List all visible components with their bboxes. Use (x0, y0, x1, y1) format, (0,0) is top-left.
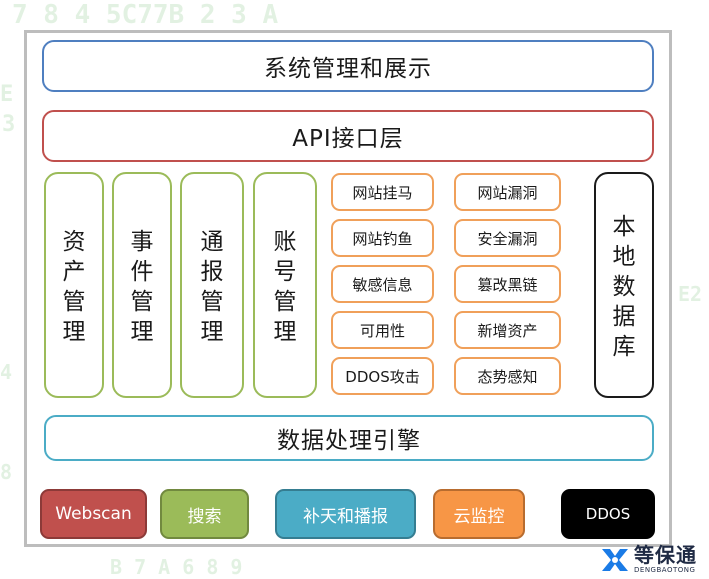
grid-cell-label: 网站钓鱼 (352, 229, 413, 248)
module-asset-label: 资产管理 (62, 229, 86, 345)
grid-cell-label: 网站挂马 (352, 183, 413, 202)
cloud-monitor-button[interactable]: 云监控 (433, 489, 525, 539)
grid-cell-ddos-attack: DDOS攻击 (331, 357, 434, 395)
module-asset-management: 资产管理 (44, 172, 104, 398)
module-notice-management: 通报管理 (180, 172, 244, 398)
dengbaotong-logo-icon (602, 549, 628, 571)
grid-cell-website-vulnerability: 网站漏洞 (454, 173, 561, 211)
module-notice-label: 通报管理 (200, 229, 224, 345)
module-event-management: 事件管理 (112, 172, 172, 398)
grid-cell-website-phishing: 网站钓鱼 (331, 219, 434, 257)
dengbaotong-logo: 等保通 DENGBAOTONG (600, 542, 706, 576)
grid-cell-tamper-darklink: 篡改黑链 (454, 265, 561, 303)
grid-cell-label: 新增资产 (477, 321, 538, 340)
webscan-label: Webscan (55, 504, 132, 524)
grid-cell-label: 篡改黑链 (477, 275, 538, 294)
ddos-button[interactable]: DDOS (561, 489, 655, 539)
local-database-label: 本地数据库 (612, 214, 636, 360)
grid-cell-availability: 可用性 (331, 311, 434, 349)
grid-cell-label: 可用性 (359, 321, 405, 340)
grid-cell-label: DDOS攻击 (345, 367, 420, 386)
butian-report-button[interactable]: 补天和播报 (275, 489, 416, 539)
data-processing-engine-label: 数据处理引擎 (277, 428, 421, 454)
ddos-label: DDOS (585, 505, 631, 523)
grid-cell-sensitive-info: 敏感信息 (331, 265, 434, 303)
api-layer: API接口层 (42, 110, 654, 162)
cloud-monitor-label: 云监控 (453, 506, 505, 527)
search-label: 搜索 (187, 506, 222, 527)
grid-cell-new-assets: 新增资产 (454, 311, 561, 349)
system-management-layer: 系统管理和展示 (42, 40, 654, 92)
grid-cell-label: 态势感知 (477, 367, 538, 386)
webscan-button[interactable]: Webscan (40, 489, 147, 539)
butian-report-label: 补天和播报 (303, 506, 388, 527)
module-account-management: 账号管理 (253, 172, 317, 398)
search-button[interactable]: 搜索 (160, 489, 249, 539)
data-processing-engine-layer: 数据处理引擎 (44, 415, 654, 461)
local-database: 本地数据库 (594, 172, 654, 398)
logo-en-text: DENGBAOTONG (634, 565, 696, 574)
grid-cell-situation-awareness: 态势感知 (454, 357, 561, 395)
module-account-label: 账号管理 (273, 229, 297, 345)
logo-cn-text: 等保通 (634, 542, 697, 567)
grid-cell-label: 敏感信息 (352, 275, 413, 294)
grid-cell-label: 网站漏洞 (477, 183, 538, 202)
grid-cell-label: 安全漏洞 (477, 229, 538, 248)
module-event-label: 事件管理 (130, 229, 154, 345)
grid-cell-security-vulnerability: 安全漏洞 (454, 219, 561, 257)
system-management-label: 系统管理和展示 (264, 56, 432, 82)
grid-cell-website-trojan: 网站挂马 (331, 173, 434, 211)
api-layer-label: API接口层 (292, 126, 404, 152)
